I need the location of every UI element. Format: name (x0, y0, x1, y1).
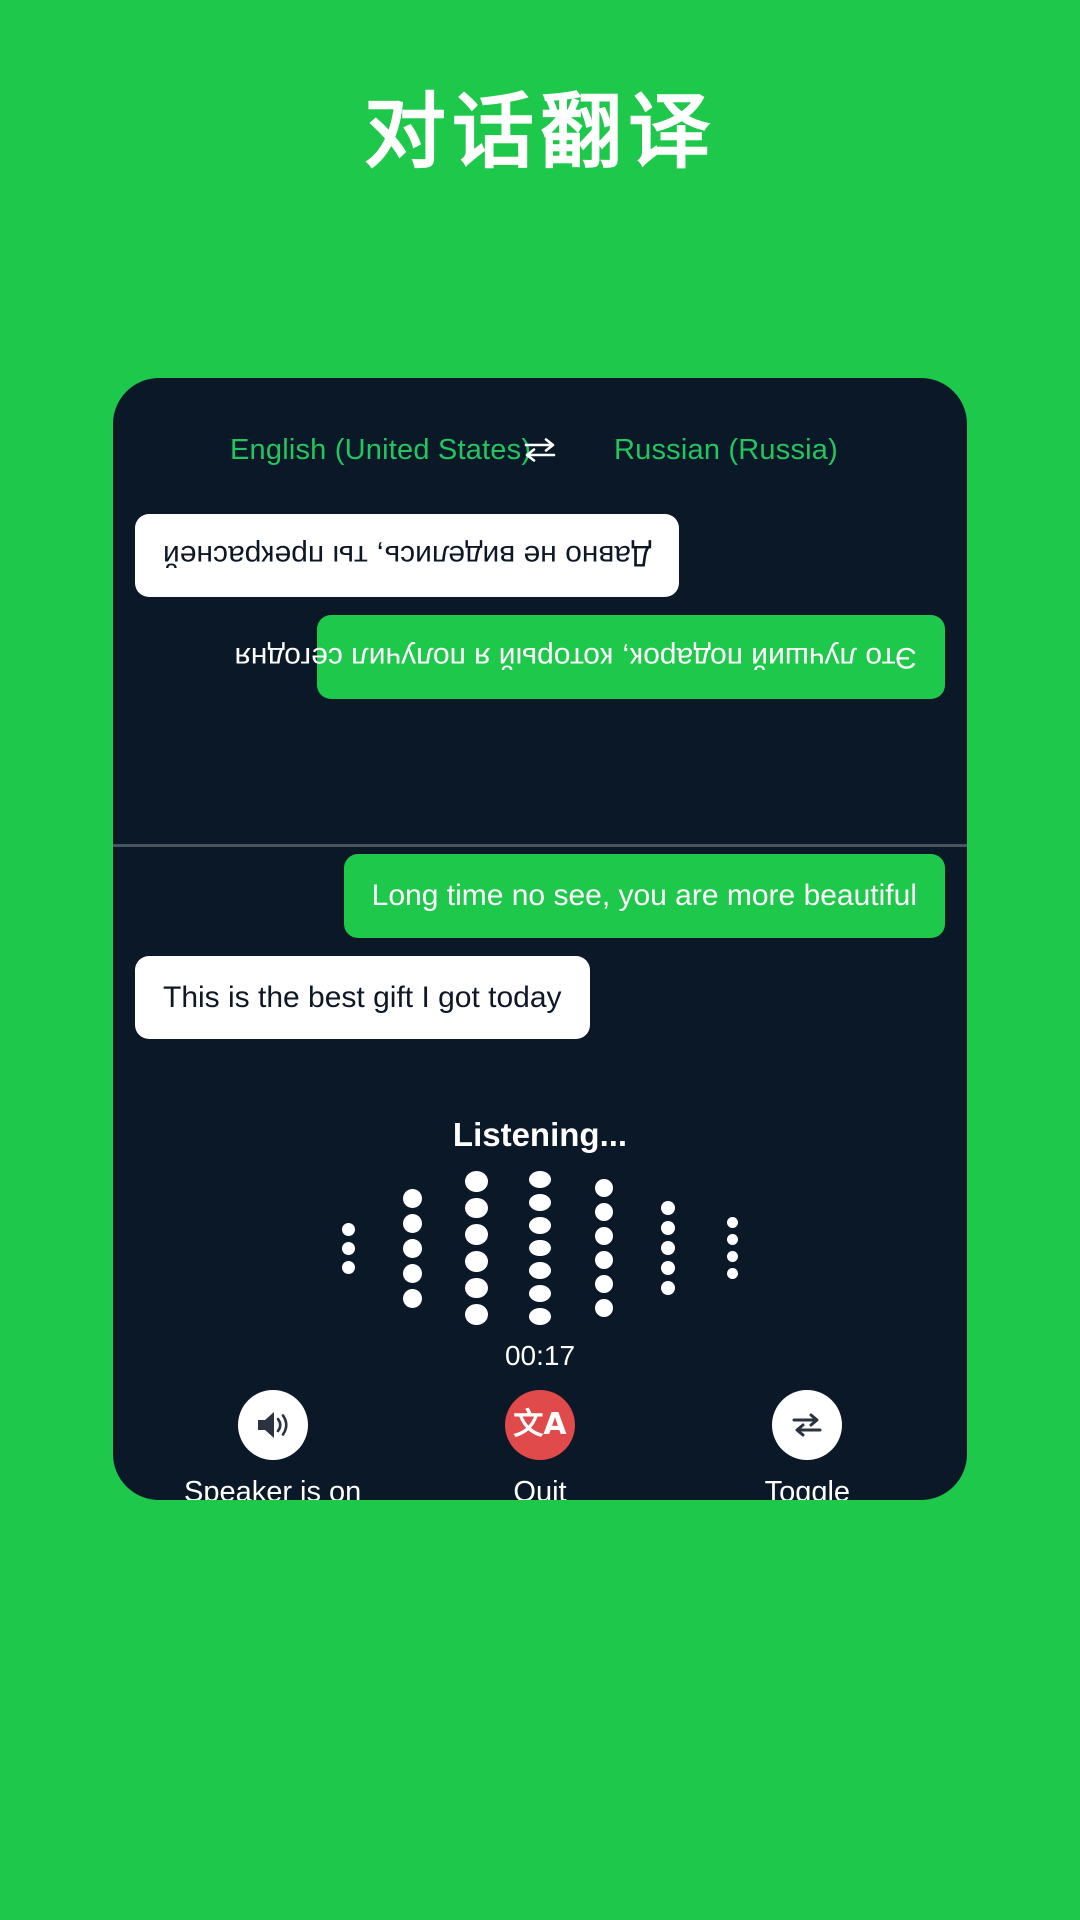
waveform-dot (529, 1308, 551, 1326)
waveform-column (700, 1168, 764, 1328)
waveform-dot (464, 1277, 488, 1299)
waveform-dot (661, 1221, 675, 1235)
waveform-dot (464, 1170, 488, 1192)
waveform-dot (595, 1179, 613, 1197)
speaker-on-icon[interactable] (237, 1390, 308, 1460)
waveform-dot (402, 1213, 422, 1233)
waveform-dot (402, 1263, 422, 1283)
waveform-dot (595, 1251, 613, 1269)
source-language-selector[interactable]: English (United States) (186, 434, 531, 467)
waveform-dot (726, 1217, 738, 1228)
waveform-dot (529, 1239, 551, 1257)
listening-status-label: Listening... (452, 1116, 628, 1153)
waveform-dot (529, 1262, 551, 1280)
message-row: Это лучший подарок, который я получил се… (135, 615, 945, 699)
pane-divider (113, 844, 967, 847)
swap-repeat-icon[interactable] (772, 1390, 843, 1460)
language-bar: English (United States) Russian (Russia) (113, 430, 967, 470)
message-bubble[interactable]: Long time no see, you are more beautiful (343, 854, 945, 938)
message-row: Давно не виделись, ты прекрасней (135, 514, 945, 598)
waveform-dot (529, 1285, 551, 1303)
waveform-dot (726, 1268, 738, 1279)
waveform-dot (529, 1171, 551, 1188)
quit-control[interactable]: 文A Quit (420, 1390, 660, 1500)
waveform-dot (726, 1251, 738, 1262)
waveform-dot (661, 1201, 675, 1215)
waveform-column (508, 1168, 572, 1328)
translate-glyph: 文A (513, 1407, 567, 1442)
waveform-dot (341, 1222, 355, 1236)
audio-waveform (113, 1168, 967, 1328)
waveform-dot (595, 1299, 613, 1317)
waveform-dot (595, 1227, 613, 1245)
toggle-control[interactable]: Toggle (687, 1390, 927, 1500)
waveform-dot (595, 1203, 613, 1221)
waveform-column (572, 1168, 636, 1328)
waveform-dot (402, 1188, 422, 1208)
conversation-pane-bottom: Long time no see, you are more beautiful… (113, 854, 967, 1109)
waveform-dot (529, 1216, 551, 1234)
waveform-dot (464, 1251, 488, 1272)
waveform-dot (341, 1241, 355, 1255)
waveform-dot (661, 1261, 675, 1275)
toggle-control-label: Toggle (764, 1476, 851, 1500)
translate-icon[interactable]: 文A (504, 1390, 575, 1460)
waveform-dot (661, 1281, 675, 1295)
recording-timer: 00:17 (504, 1340, 576, 1371)
quit-control-label: Quit (513, 1476, 567, 1500)
waveform-dot (464, 1197, 488, 1219)
waveform-dot (529, 1193, 551, 1211)
waveform-dot (464, 1224, 488, 1245)
message-bubble[interactable]: Это лучший подарок, который я получил се… (235, 615, 945, 699)
speaker-control[interactable]: Speaker is on (153, 1390, 393, 1500)
waveform-column (380, 1168, 444, 1328)
bottom-controls: Speaker is on 文A Quit Toggle (113, 1390, 967, 1500)
waveform-dot (341, 1260, 355, 1274)
waveform-dot (726, 1234, 738, 1245)
waveform-dot (661, 1241, 675, 1255)
message-row: Long time no see, you are more beautiful (135, 854, 945, 938)
message-row: This is the best gift I got today (135, 955, 945, 1039)
page-title: 对话翻译 (363, 87, 716, 178)
message-bubble[interactable]: Давно не виделись, ты прекрасней (135, 514, 680, 598)
conversation-pane-top: Это лучший подарок, который я получил се… (113, 496, 967, 842)
target-language-selector[interactable]: Russian (Russia) (564, 434, 894, 467)
swap-horizontal-icon[interactable] (516, 430, 564, 470)
waveform-column (444, 1168, 508, 1328)
waveform-column (316, 1168, 380, 1328)
message-bubble[interactable]: This is the best gift I got today (135, 955, 590, 1039)
waveform-dot (464, 1304, 488, 1326)
phone-device-card: English (United States) Russian (Russia)… (113, 378, 967, 1500)
waveform-dot (595, 1275, 613, 1293)
waveform-dot (402, 1288, 422, 1308)
app-root: 对话翻译 English (United States) Russian (Ru… (0, 0, 1080, 1920)
waveform-column (636, 1168, 700, 1328)
waveform-dot (402, 1238, 422, 1258)
speaker-control-label: Speaker is on (183, 1476, 362, 1500)
